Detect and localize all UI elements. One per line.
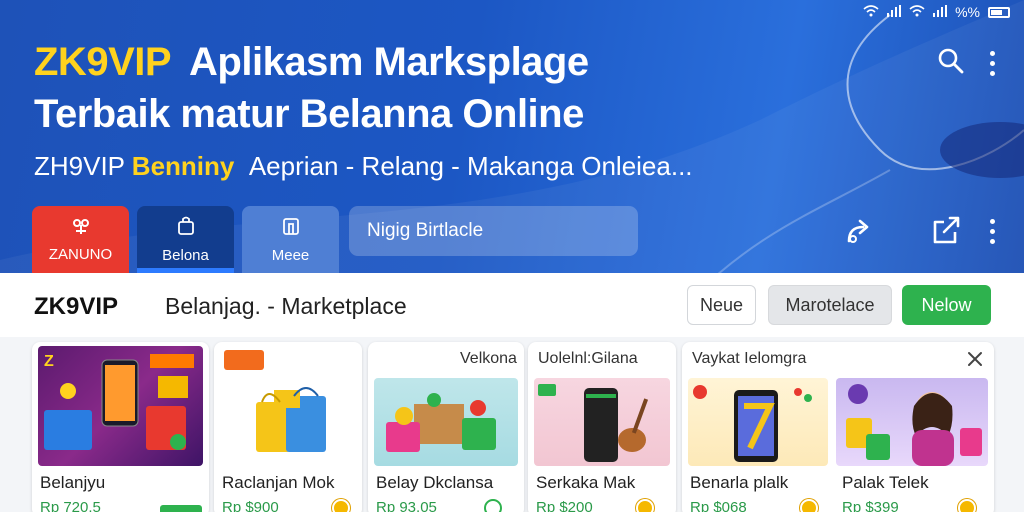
hero-subtitle: ZH9VIP Benniny Aeprian - Relang - Makang… [34,151,693,182]
product-image-woman-shopping [836,378,988,466]
coin-icon [484,499,502,512]
product-card[interactable]: Raclanjan Mok Rp $900 [214,342,362,512]
more-options-icon[interactable] [980,48,1004,78]
subtitle-rest: Aeprian - Relang - Makanga Onleiea... [248,151,693,181]
close-icon[interactable] [966,350,984,368]
neue-button[interactable]: Neue [687,285,756,325]
battery-icon [988,6,1010,18]
product-title: Raclanjan Mok [222,473,335,492]
hero-title-text1: Aplikasm Marksplage [189,40,589,84]
signal-icon-2 [933,4,948,20]
product-image-phone-banner: Z [38,346,203,466]
search-icon[interactable] [936,46,966,76]
hero-banner: %% ZK9VIP Aplikasm Marksplage Terbaik mat… [0,0,1024,273]
status-bar: %% [863,4,1010,20]
product-title: Belanjyu [40,473,106,492]
share-icon[interactable] [844,213,876,247]
product-image-speaker [534,378,670,466]
subtitle-highlight: Benniny [131,151,235,181]
wifi-icon-2 [909,4,925,20]
product-price: Rp $900 [222,499,279,512]
store-icon [281,216,301,241]
battery-percent: %% [955,4,980,20]
product-image-smartphone [688,378,828,466]
coin-icon-2 [958,499,976,512]
bag-icon [177,216,195,241]
category-button-belona[interactable]: Belona [137,206,234,273]
category-button-zanuno[interactable]: ZANUNO [32,206,129,273]
product-price-2: Rp $399 [842,499,899,512]
coin-icon [800,499,818,512]
hero-brand: ZK9VIP [34,40,172,84]
category-label: ZANUNO [48,245,113,263]
svg-text:Z: Z [44,353,54,370]
category-button-meee[interactable]: Meee [242,206,339,273]
signal-icon [887,4,902,20]
product-card[interactable]: Velkona Belay Dkclansa Rp 93.05 [368,342,524,512]
wifi-icon [863,4,879,20]
product-title: Serkaka Mak [536,473,636,492]
card-header: Uolelnl:Gilana [538,350,638,367]
hero-title-line1: ZK9VIP Aplikasm Marksplage [34,40,589,85]
subtitle-prefix: ZH9VIP [34,151,125,181]
product-card[interactable]: Z Belanjyu Rp 720.5 [32,342,209,512]
product-title: Belay Dkclansa [376,473,494,492]
product-price: Rp $200 [536,499,593,512]
product-price: Rp 93.05 [376,499,437,512]
new-button[interactable]: Nelow [902,285,991,325]
product-price: Rp $068 [690,499,747,512]
product-popup-card[interactable]: Vaykat Ielomgra Benarla plalk Rp $068 Pa… [682,342,994,512]
product-image-grocery-box [374,378,518,466]
toolbar-subtitle: Belanjag. - Marketplace [165,293,407,319]
product-image-shopping-bags [220,346,356,466]
card-header: Vaykat Ielomgra [692,350,807,367]
marketplace-button[interactable]: Marotelace [768,285,892,325]
product-title-2: Palak Telek [842,473,929,492]
product-card[interactable]: Uolelnl:Gilana Serkaka Mak Rp $200 [528,342,676,512]
product-price: Rp 720.5 [40,499,101,512]
price-badge [160,505,202,512]
gift-icon [71,217,91,240]
card-header: Velkona [460,350,517,367]
coin-icon [636,499,654,512]
category-label: Belona [162,246,209,264]
marketplace-toolbar: ZK9VIP Belanjag. - Marketplace Neue Maro… [0,273,1024,337]
hero-title-line2: Terbaik matur Belanna Online [34,92,584,136]
coin-icon [332,499,350,512]
search-input[interactable]: Nigig Birtlacle [349,206,638,256]
toolbar-brand: ZK9VIP [34,293,119,320]
export-icon[interactable] [928,213,964,247]
product-title: Benarla plalk [690,473,789,492]
more-options-icon-2[interactable] [980,216,1004,246]
category-label: Meee [271,246,310,264]
